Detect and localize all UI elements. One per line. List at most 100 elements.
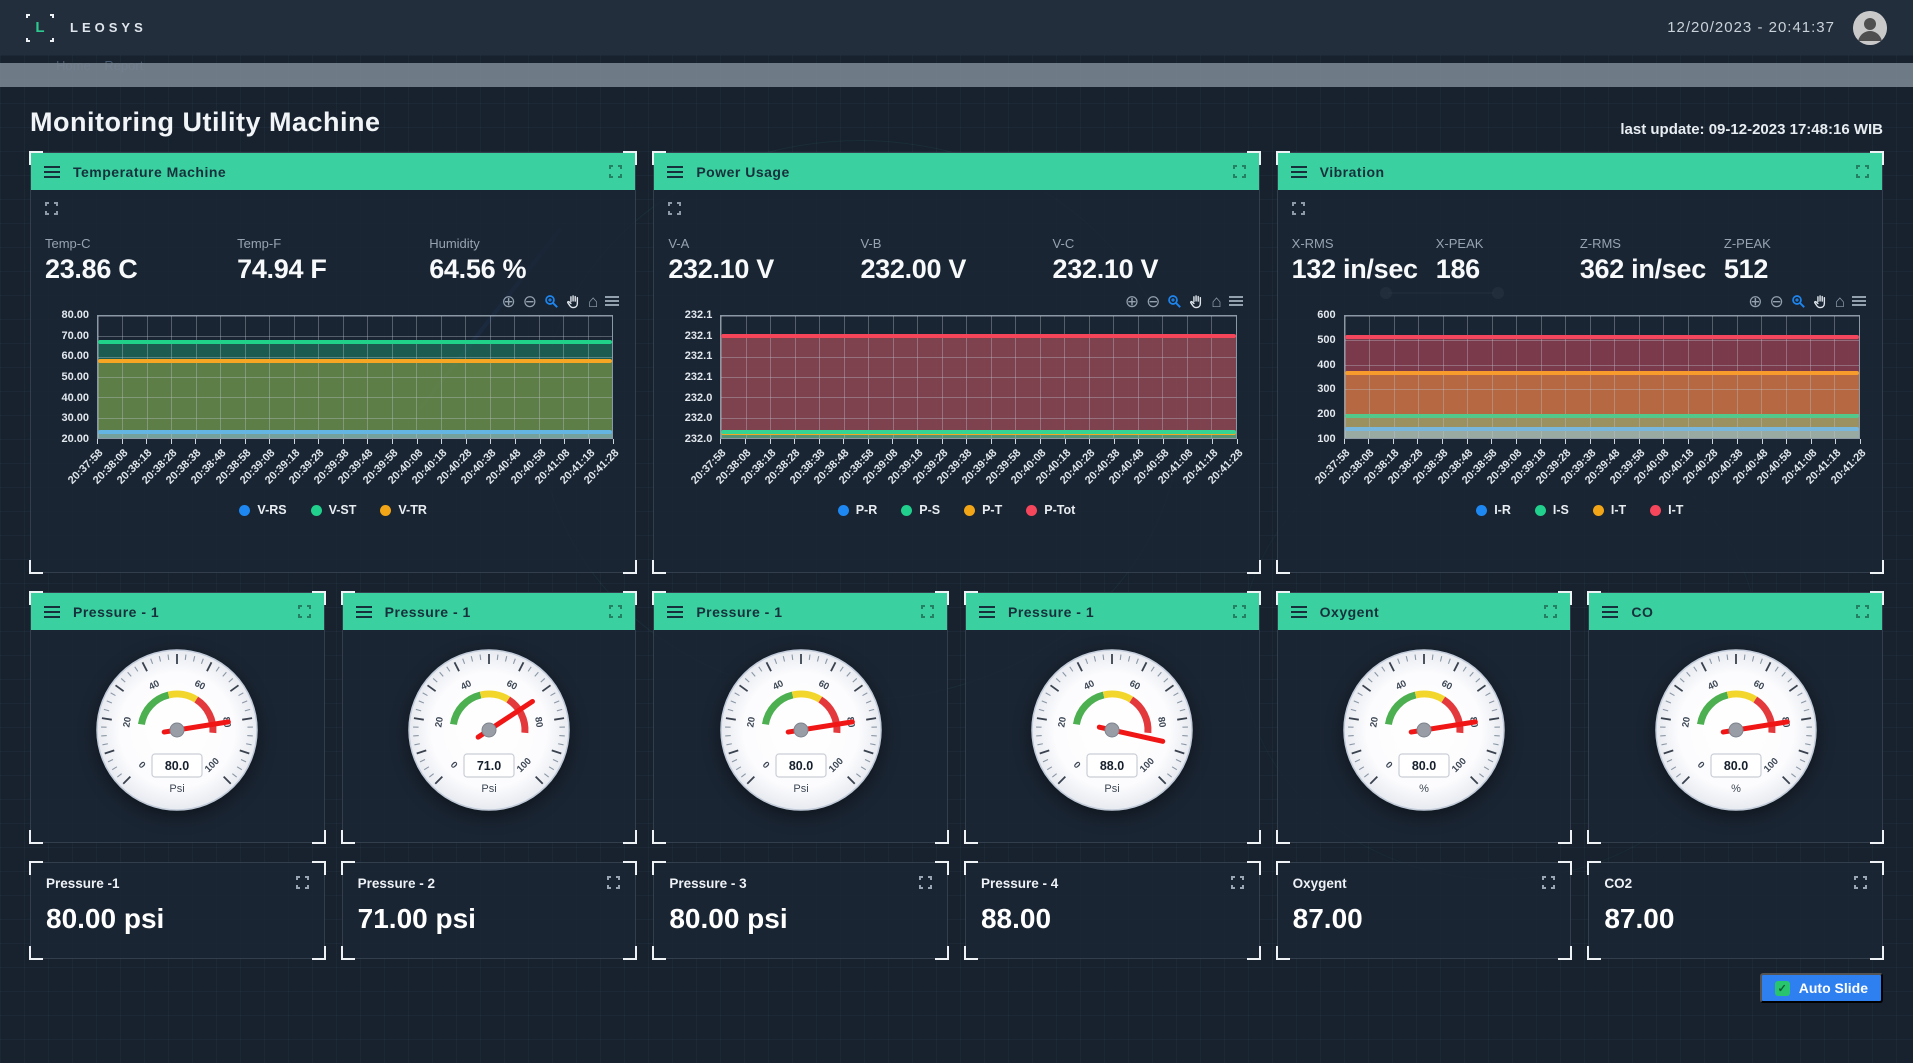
legend-item-P-Tot[interactable]: P-Tot (1026, 503, 1075, 517)
panel-header[interactable]: Pressure - 1 (31, 593, 324, 630)
legend-item-I-T[interactable]: I-T (1593, 503, 1626, 517)
plot-area[interactable] (720, 315, 1236, 439)
zoom-out-icon[interactable]: ⊖ (523, 293, 537, 310)
expand-icon[interactable] (1542, 876, 1555, 889)
x-tick (1417, 439, 1418, 444)
zoom-in-icon[interactable]: ⊕ (1748, 293, 1762, 310)
expand-icon[interactable] (1231, 876, 1244, 889)
panel-header[interactable]: Temperature Machine (31, 153, 635, 190)
pan-icon[interactable] (1813, 294, 1828, 309)
stat-label: Z-PEAK (1724, 236, 1868, 251)
auto-slide-checkbox[interactable]: ✓ (1775, 981, 1790, 996)
zoom-out-icon[interactable]: ⊖ (1146, 293, 1160, 310)
modebar-menu-icon[interactable] (1852, 296, 1866, 306)
panel-header[interactable]: Pressure - 1 (654, 593, 947, 630)
y-tick-label: 232.0 (685, 392, 713, 404)
panel-header[interactable]: Pressure - 1 (343, 593, 636, 630)
chart-body: V-A232.10 VV-B232.00 VV-C232.10 V ⊕ ⊖ ⌂ … (654, 190, 1258, 572)
expand-icon[interactable] (919, 876, 932, 889)
expand-icon[interactable] (1856, 605, 1869, 618)
stat: X-RMS132 in/sec (1292, 236, 1436, 285)
plot-area[interactable] (1344, 315, 1860, 439)
expand-icon[interactable] (1233, 605, 1246, 618)
panel-header[interactable]: Vibration (1278, 153, 1882, 190)
fullscreen-icon[interactable] (668, 202, 681, 215)
x-tick (1663, 439, 1664, 444)
plot-area[interactable] (97, 315, 613, 439)
modebar-menu-icon[interactable] (1229, 296, 1243, 306)
legend-item-V-RS[interactable]: V-RS (239, 503, 286, 517)
brand-name: LEOSYS (70, 20, 147, 35)
expand-icon[interactable] (1854, 876, 1867, 889)
panel-title: Pressure - 1 (73, 604, 159, 620)
x-tick (1835, 439, 1836, 444)
x-tick (1344, 439, 1345, 444)
expand-icon[interactable] (1856, 165, 1869, 178)
modebar-menu-icon[interactable] (605, 296, 619, 306)
fullscreen-icon[interactable] (1292, 202, 1305, 215)
expand-icon[interactable] (1233, 165, 1246, 178)
x-tick (564, 439, 565, 444)
legend-item-V-ST[interactable]: V-ST (311, 503, 357, 517)
line-chart: 80.0070.0060.0050.0040.0030.0020.00 20:3… (45, 315, 621, 517)
x-tick (417, 439, 418, 444)
zoom-out-icon[interactable]: ⊖ (1769, 293, 1783, 310)
legend-item-I-R[interactable]: I-R (1476, 503, 1511, 517)
auto-slide-button[interactable]: ✓ Auto Slide (1760, 973, 1883, 1003)
panel-header[interactable]: Power Usage (654, 153, 1258, 190)
expand-icon[interactable] (609, 165, 622, 178)
legend-dot (1650, 505, 1661, 516)
panel-menu-icon[interactable] (1602, 606, 1618, 618)
x-axis: 20:37:5820:38:0820:38:1820:38:2820:38:38… (720, 439, 1236, 499)
expand-icon[interactable] (296, 876, 309, 889)
panel-header[interactable]: Oxygent (1278, 593, 1571, 630)
zoom-in-icon[interactable]: ⊕ (1125, 293, 1139, 310)
expand-icon[interactable] (607, 876, 620, 889)
box-zoom-icon[interactable] (1167, 294, 1182, 309)
pan-icon[interactable] (566, 294, 581, 309)
fullscreen-icon[interactable] (45, 202, 58, 215)
user-avatar[interactable] (1853, 11, 1887, 45)
panel-menu-icon[interactable] (1291, 606, 1307, 618)
legend-item-I-S[interactable]: I-S (1535, 503, 1569, 517)
tile-value: 87.00 (1604, 903, 1867, 935)
svg-text:20: 20 (122, 716, 135, 728)
x-tick (1237, 439, 1238, 444)
panel-header[interactable]: CO (1589, 593, 1882, 630)
legend-item-I-T[interactable]: I-T (1650, 503, 1683, 517)
panel-header[interactable]: Pressure - 1 (966, 593, 1259, 630)
stat-label: X-RMS (1292, 236, 1436, 251)
logo-letter: L (26, 14, 54, 42)
slide-progress-bar[interactable] (0, 63, 1913, 87)
stat-label: Temp-C (45, 236, 237, 251)
x-tick (441, 439, 442, 444)
panel-menu-icon[interactable] (667, 166, 683, 178)
panel-menu-icon[interactable] (979, 606, 995, 618)
y-tick-label: 50.00 (61, 371, 89, 383)
panel-menu-icon[interactable] (44, 606, 60, 618)
legend-item-P-S[interactable]: P-S (901, 503, 940, 517)
pan-icon[interactable] (1189, 294, 1204, 309)
expand-icon[interactable] (609, 605, 622, 618)
home-icon[interactable]: ⌂ (588, 293, 598, 310)
y-tick-label: 232.1 (685, 371, 713, 383)
expand-icon[interactable] (298, 605, 311, 618)
legend-dot (1476, 505, 1487, 516)
panel-menu-icon[interactable] (667, 606, 683, 618)
box-zoom-icon[interactable] (544, 294, 559, 309)
panel-menu-icon[interactable] (1291, 166, 1307, 178)
expand-icon[interactable] (1544, 605, 1557, 618)
home-icon[interactable]: ⌂ (1211, 293, 1221, 310)
legend-item-V-TR[interactable]: V-TR (380, 503, 426, 517)
legend-item-P-R[interactable]: P-R (838, 503, 878, 517)
box-zoom-icon[interactable] (1791, 294, 1806, 309)
home-icon[interactable]: ⌂ (1835, 293, 1845, 310)
expand-icon[interactable] (921, 605, 934, 618)
legend-item-P-T[interactable]: P-T (964, 503, 1002, 517)
stat-label: X-PEAK (1436, 236, 1580, 251)
y-tick-label: 232.0 (685, 412, 713, 424)
panel-menu-icon[interactable] (356, 606, 372, 618)
zoom-in-icon[interactable]: ⊕ (502, 293, 516, 310)
panel-menu-icon[interactable] (44, 166, 60, 178)
legend-label: V-ST (329, 503, 357, 517)
